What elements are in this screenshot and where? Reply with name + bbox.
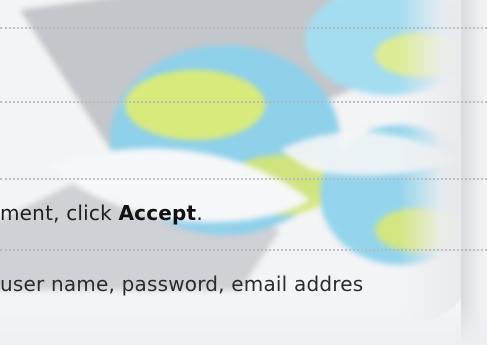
separator-line	[0, 249, 487, 251]
accept-instruction-prefix: ment, click	[0, 201, 119, 225]
accept-keyword: Accept	[118, 201, 197, 225]
credentials-instruction: user name, password, email addres	[0, 272, 364, 296]
accept-instruction: ment, click Accept.	[0, 201, 203, 225]
setup-screen: ment, click Accept. user name, password,…	[0, 0, 487, 345]
accept-instruction-suffix: .	[196, 201, 203, 225]
bottom-fade	[0, 305, 487, 345]
separator-line	[0, 27, 487, 29]
separator-line	[0, 101, 487, 103]
separator-line	[0, 178, 487, 180]
window-edge	[461, 0, 487, 345]
window-corner-shade	[399, 0, 469, 320]
